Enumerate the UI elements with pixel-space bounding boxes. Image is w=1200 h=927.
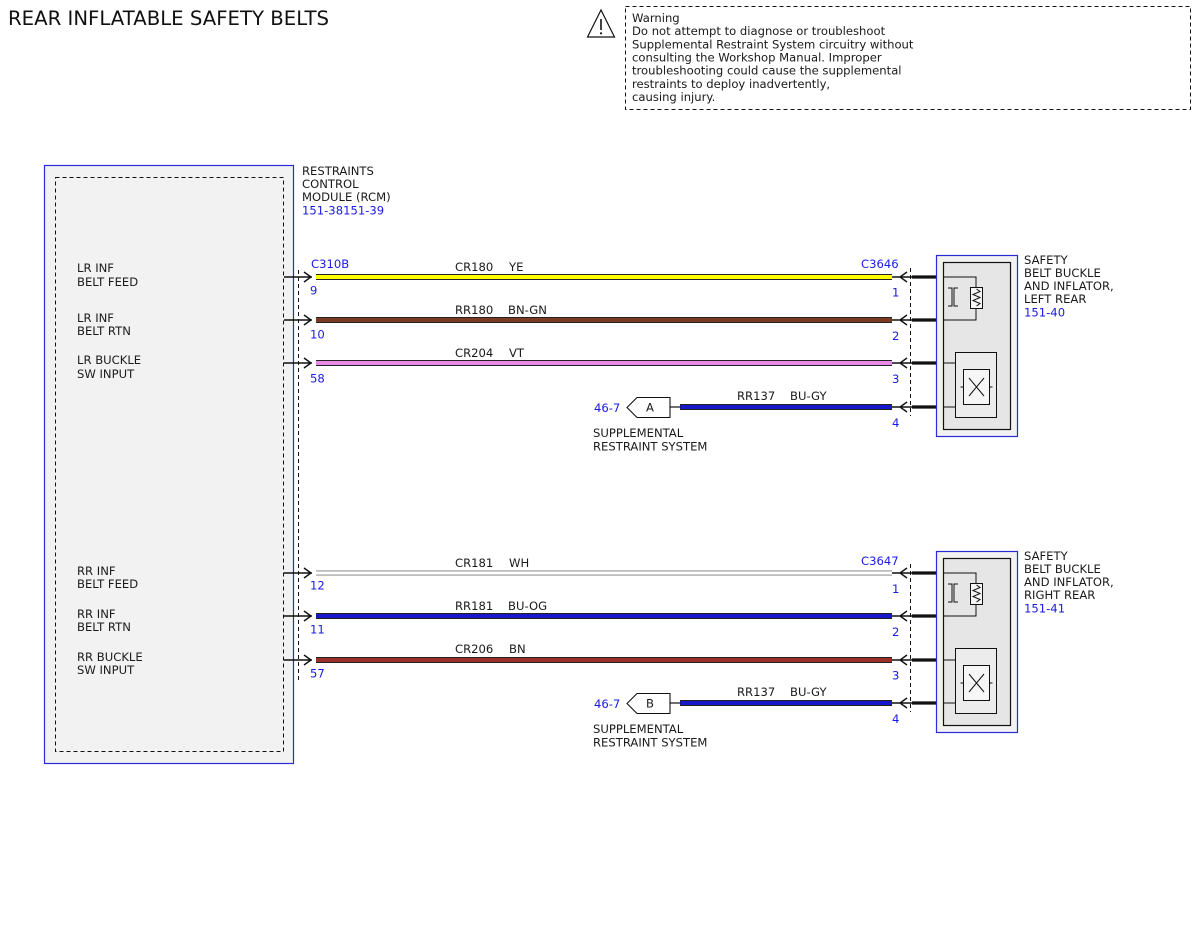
component-ref: 151-40 [1024, 306, 1065, 320]
pin-number: 4 [892, 416, 899, 430]
module-pin-label: RR INF [77, 564, 116, 578]
module-pin-label: SW INPUT [77, 367, 135, 381]
wire-cr180: CR180 YE [316, 260, 892, 280]
pin-number: 58 [310, 372, 325, 386]
component-name-line: BELT BUCKLE [1024, 562, 1101, 576]
pin-number: 57 [310, 667, 325, 681]
module-ref: 151-38151-39 [302, 204, 384, 218]
module-name-line: MODULE (RCM) [302, 190, 391, 204]
off-page-label: RESTRAINT SYSTEM [593, 736, 707, 750]
connector-terminal [892, 357, 912, 369]
module-pin-label: RR BUCKLE [77, 650, 143, 664]
pin-number: 2 [892, 329, 899, 343]
restraints-control-module: LR INF BELT FEED LR INF BELT RTN LR BUCK… [43, 164, 295, 765]
safety-belt-buckle-inflator-left-rear: SAFETY BELT BUCKLE AND INFLATOR, LEFT RE… [935, 253, 1114, 438]
connector-terminal [892, 271, 912, 283]
wire-color-code: BU-OG [508, 599, 547, 613]
wire-cr206: CR206 BN [316, 642, 892, 663]
component-name-line: LEFT REAR [1024, 292, 1086, 306]
warning-block: Warning Do not attempt to diagnose or tr… [586, 6, 1191, 110]
module-pin-label: SW INPUT [77, 663, 135, 677]
off-page-label: SUPPLEMENTAL [593, 722, 684, 736]
connector-id: C3646 [861, 257, 899, 271]
wire-color-code: BN-GN [508, 303, 547, 317]
module-name-line: RESTRAINTS [302, 164, 374, 178]
pin-number: 1 [892, 582, 899, 596]
module-pin-label: BELT RTN [77, 620, 131, 634]
connector-terminal [892, 314, 912, 326]
pin-number: 1 [892, 286, 899, 300]
wire-cr181: CR181 WH [316, 556, 892, 576]
pin-number: 2 [892, 625, 899, 639]
wire-color-code: BU-GY [790, 685, 827, 699]
pin-number: 3 [892, 372, 899, 386]
pin-number: 11 [310, 623, 325, 637]
circuit-id: RR181 [455, 599, 493, 613]
warning-line: troubleshooting could cause the suppleme… [632, 64, 902, 78]
warning-triangle-icon [586, 8, 616, 38]
page-title: REAR INFLATABLE SAFETY BELTS [8, 7, 329, 30]
module-pin-label: BELT FEED [77, 275, 138, 289]
pin-number: 4 [892, 712, 899, 726]
connector-id: C3647 [861, 554, 899, 568]
warning-line: causing injury. [632, 90, 715, 104]
warning-heading: Warning [632, 11, 680, 25]
circuit-id: RR137 [737, 685, 775, 699]
wire-rr181: RR181 BU-OG [316, 599, 892, 619]
component-name-line: BELT BUCKLE [1024, 266, 1101, 280]
connector-id: C310B [311, 257, 349, 271]
component-name-line: RIGHT REAR [1024, 588, 1095, 602]
connector-terminal [892, 697, 912, 709]
wire-color-code: BN [509, 642, 526, 656]
connector-terminal [892, 654, 912, 666]
off-page-letter: B [646, 697, 654, 711]
wire-rr137-b: RR137 BU-GY [680, 685, 892, 706]
pin-number: 10 [310, 328, 325, 342]
module-pin-label: RR INF [77, 607, 116, 621]
pin-number: 12 [310, 579, 325, 593]
connector-terminal [892, 567, 912, 579]
component-name-line: AND INFLATOR, [1024, 575, 1114, 589]
off-page-ref: 46-7 [594, 401, 620, 415]
wire-color-code: VT [509, 346, 525, 360]
wire-color-code: BU-GY [790, 389, 827, 403]
module-pin-label: BELT RTN [77, 324, 131, 338]
component-name-line: SAFETY [1024, 253, 1069, 267]
wire-rr137-a: RR137 BU-GY [680, 389, 892, 410]
warning-line: consulting the Workshop Manual. Improper [632, 51, 882, 65]
component-name-line: SAFETY [1024, 549, 1069, 563]
module-pin-label: BELT FEED [77, 577, 138, 591]
connector-terminal [892, 610, 912, 622]
module-pin-label: LR BUCKLE [77, 353, 141, 367]
wire-color-code: YE [508, 260, 523, 274]
circuit-id: CR206 [455, 642, 493, 656]
module-name-line: CONTROL [302, 177, 359, 191]
component-ref: 151-41 [1024, 602, 1065, 616]
off-page-label: SUPPLEMENTAL [593, 426, 684, 440]
circuit-id: CR180 [455, 260, 493, 274]
module-pin-label: LR INF [77, 311, 114, 325]
safety-belt-buckle-inflator-right-rear: SAFETY BELT BUCKLE AND INFLATOR, RIGHT R… [935, 549, 1114, 734]
component-name-line: AND INFLATOR, [1024, 279, 1114, 293]
circuit-id: RR180 [455, 303, 493, 317]
connector-terminal [892, 401, 912, 413]
warning-line: restraints to deploy inadvertently, [632, 77, 830, 91]
circuit-id: CR181 [455, 556, 493, 570]
off-page-ref: 46-7 [594, 697, 620, 711]
circuit-id: RR137 [737, 389, 775, 403]
module-pin-label: LR INF [77, 261, 114, 275]
warning-line: Do not attempt to diagnose or troublesho… [632, 24, 886, 38]
wiring-diagram: REAR INFLATABLE SAFETY BELTS Warning Do … [8, 6, 1191, 765]
wire-cr204: CR204 VT [316, 346, 892, 366]
wire-color-code: WH [509, 556, 529, 570]
off-page-letter: A [646, 401, 654, 415]
circuit-id: CR204 [455, 346, 493, 360]
module-title: RESTRAINTS CONTROL MODULE (RCM) 151-3815… [302, 164, 391, 218]
pin-number: 9 [310, 284, 317, 298]
wire-rr180: RR180 BN-GN [316, 303, 892, 323]
off-page-label: RESTRAINT SYSTEM [593, 440, 707, 454]
pin-number: 3 [892, 669, 899, 683]
warning-line: Supplemental Restraint System circuitry … [632, 37, 914, 51]
